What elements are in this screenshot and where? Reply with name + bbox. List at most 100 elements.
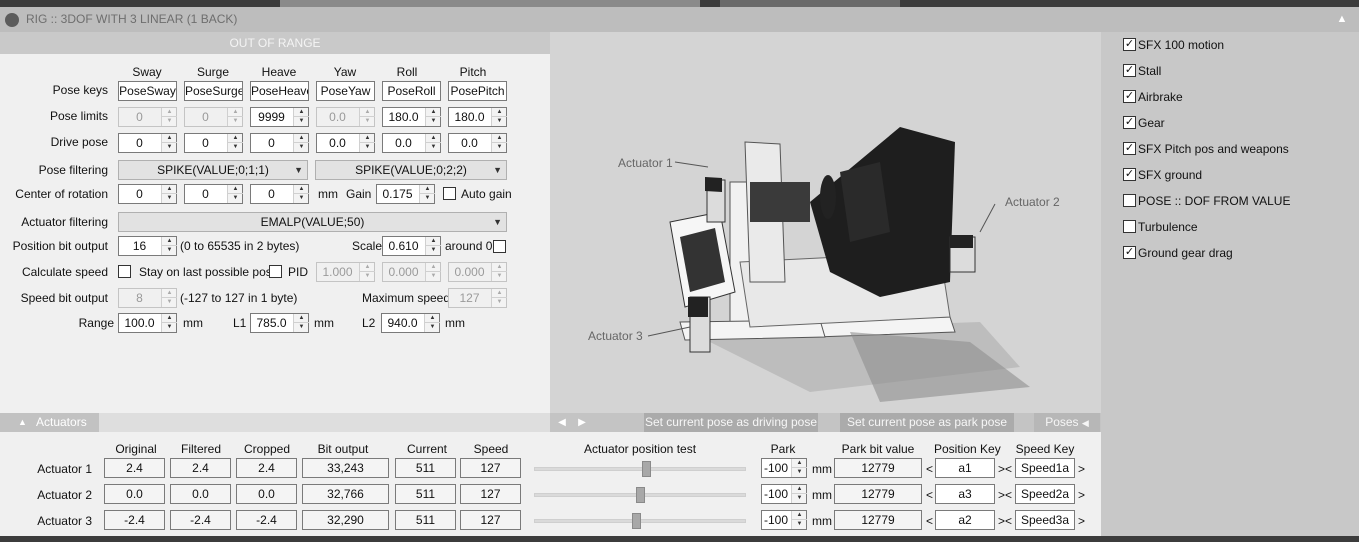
chevron-down-icon: ▼ — [493, 165, 502, 175]
preview-toolbar — [550, 413, 1101, 432]
drive-pose-pitch[interactable]: 0.0 ▲ ▼ — [448, 133, 507, 153]
effect-checkbox[interactable] — [1123, 220, 1136, 233]
actuator-filtering-select[interactable]: EMALP(VALUE;50) ▼ — [118, 212, 507, 232]
axis-header-yaw: Yaw — [333, 65, 357, 79]
around-zero-checkbox[interactable] — [493, 240, 506, 253]
set-driving-pose-button[interactable]: Set current pose as driving pose — [644, 413, 818, 432]
park-bit-value: 12779 — [834, 484, 922, 504]
col-bit-output: Bit output — [317, 442, 369, 456]
speed-key-input[interactable]: Speed1a — [1015, 458, 1075, 478]
col-current: Current — [406, 442, 447, 456]
speed-bit-output-label: Speed bit output — [20, 291, 108, 305]
pose-filtering-left-select[interactable]: SPIKE(VALUE;0;1;1) ▼ — [118, 160, 308, 180]
pid-d-input[interactable]: 0.000 ▲ ▼ — [448, 262, 507, 282]
effect-checkbox[interactable]: ✓ — [1123, 142, 1136, 155]
position-key-input[interactable]: a2 — [935, 510, 995, 530]
pid-p-input[interactable]: 1.000 ▲ ▼ — [316, 262, 375, 282]
pose-key-yaw[interactable]: PoseYaw — [316, 81, 375, 101]
actuator-row-label: Actuator 3 — [37, 514, 92, 528]
effect-checkbox[interactable]: ✓ — [1123, 246, 1136, 259]
pose-limit-heave[interactable]: 9999 ▲ ▼ — [250, 107, 309, 127]
effect-label: POSE :: DOF FROM VALUE — [1138, 194, 1291, 208]
effect-label: Stall — [1138, 64, 1162, 78]
position-test-slider[interactable] — [534, 467, 746, 471]
pid-checkbox[interactable] — [269, 265, 282, 278]
drive-pose-roll[interactable]: 0.0 ▲ ▼ — [382, 133, 441, 153]
pose-key-roll[interactable]: PoseRoll — [382, 81, 441, 101]
poses-tab[interactable]: Poses ◀ — [1034, 413, 1100, 432]
drive-pose-heave[interactable]: 0 ▲ ▼ — [250, 133, 309, 153]
pose-limit-pitch[interactable]: 180.0 ▲ ▼ — [448, 107, 507, 127]
pose-key-sway[interactable]: PoseSway — [118, 81, 177, 101]
pose-key-surge[interactable]: PoseSurge — [184, 81, 243, 101]
drive-pose-surge[interactable]: 0 ▲ ▼ — [184, 133, 243, 153]
app-logo-icon — [5, 13, 19, 27]
poses-tab-label: Poses — [1045, 415, 1079, 429]
effect-checkbox[interactable]: ✓ — [1123, 90, 1136, 103]
actuator-1-label: Actuator 1 — [618, 156, 673, 170]
col-park: Park — [770, 442, 796, 456]
slider-thumb[interactable] — [642, 461, 652, 477]
effect-checkbox[interactable]: ✓ — [1123, 38, 1136, 51]
key-bracket-middle: >< — [998, 462, 1013, 476]
position-bit-hint: (0 to 65535 in 2 bytes) — [180, 239, 300, 253]
park-input[interactable]: -100 ▲ ▼ — [761, 484, 807, 504]
range-input[interactable]: 100.0 ▲ ▼ — [118, 313, 177, 333]
gain-input[interactable]: 0.175 ▲ ▼ — [376, 184, 435, 204]
pose-key-heave[interactable]: PoseHeave — [250, 81, 309, 101]
actuators-tab[interactable]: ▲ Actuators — [0, 413, 99, 432]
actuator-row-label: Actuator 1 — [37, 462, 92, 476]
around-zero-label: around 0 — [445, 239, 493, 253]
col-speed-key: Speed Key — [1015, 442, 1075, 456]
set-park-pose-button[interactable]: Set current pose as park pose — [840, 413, 1014, 432]
collapse-icon[interactable]: ▲ — [1335, 7, 1349, 32]
park-input[interactable]: -100 ▲ ▼ — [761, 510, 807, 530]
effect-checkbox[interactable] — [1123, 194, 1136, 207]
pose-limit-surge[interactable]: 0 ▲ ▼ — [184, 107, 243, 127]
key-bracket-open: < — [926, 514, 934, 528]
pid-label: PID — [288, 265, 309, 279]
position-bit-output-input[interactable]: 16 ▲ ▼ — [118, 236, 177, 256]
pose-filtering-right-select[interactable]: SPIKE(VALUE;0;2;2) ▼ — [315, 160, 507, 180]
speed-value: 127 — [460, 510, 521, 530]
pose-limit-roll[interactable]: 180.0 ▲ ▼ — [382, 107, 441, 127]
slider-thumb[interactable] — [636, 487, 645, 503]
calculate-speed-checkbox[interactable] — [118, 265, 131, 278]
auto-gain-checkbox[interactable] — [443, 187, 456, 200]
l2-input[interactable]: 940.0 ▲ ▼ — [381, 313, 440, 333]
position-key-input[interactable]: a3 — [935, 484, 995, 504]
pose-limit-yaw[interactable]: 0.0 ▲ ▼ — [316, 107, 375, 127]
effect-checkbox[interactable]: ✓ — [1123, 116, 1136, 129]
park-input[interactable]: -100 ▲ ▼ — [761, 458, 807, 478]
position-key-input[interactable]: a1 — [935, 458, 995, 478]
pose-key-pitch[interactable]: PosePitch — [448, 81, 507, 101]
maximum-speed-input[interactable]: 127 ▲ ▼ — [448, 288, 507, 308]
effect-checkbox[interactable]: ✓ — [1123, 168, 1136, 181]
chevron-down-icon: ▼ — [294, 165, 303, 175]
pid-i-input[interactable]: 0.000 ▲ ▼ — [382, 262, 441, 282]
pose-limits-label: Pose limits — [49, 109, 108, 123]
next-arrow-icon[interactable]: ▶ — [574, 413, 590, 432]
top-strip — [0, 0, 1359, 7]
auto-gain-label: Auto gain — [461, 187, 512, 201]
drive-pose-yaw[interactable]: 0.0 ▲ ▼ — [316, 133, 375, 153]
center-y-input[interactable]: 0 ▲ ▼ — [184, 184, 243, 204]
center-x-input[interactable]: 0 ▲ ▼ — [118, 184, 177, 204]
drive-pose-sway[interactable]: 0 ▲ ▼ — [118, 133, 177, 153]
speed-key-input[interactable]: Speed2a — [1015, 484, 1075, 504]
l1-input[interactable]: 785.0 ▲ ▼ — [250, 313, 309, 333]
maximum-speed-label: Maximum speed — [362, 291, 451, 305]
scale-input[interactable]: 0.610 ▲ ▼ — [382, 236, 441, 256]
slider-thumb[interactable] — [631, 513, 641, 529]
bit-output-value: 32,766 — [302, 484, 389, 504]
drive-pose-label: Drive pose — [50, 135, 108, 149]
prev-arrow-icon[interactable]: ◀ — [554, 413, 570, 432]
pose-limit-sway[interactable]: 0 ▲ ▼ — [118, 107, 177, 127]
effect-label: SFX Pitch pos and weapons — [1138, 142, 1289, 156]
effect-checkbox[interactable]: ✓ — [1123, 64, 1136, 77]
speed-bit-output-input[interactable]: 8 ▲ ▼ — [118, 288, 177, 308]
l1-label: L1 — [233, 316, 247, 330]
speed-key-input[interactable]: Speed3a — [1015, 510, 1075, 530]
l2-unit-label: mm — [445, 316, 465, 330]
center-z-input[interactable]: 0 ▲ ▼ — [250, 184, 309, 204]
